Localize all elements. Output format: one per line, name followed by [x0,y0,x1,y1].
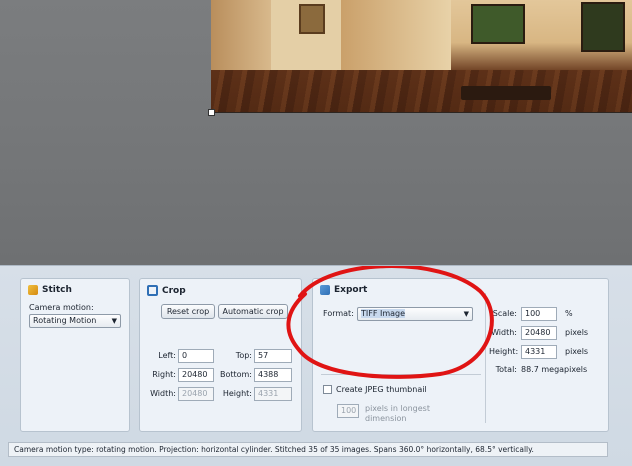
preview-painting-1 [299,4,325,34]
preview-painting-2 [471,4,525,44]
status-bar: Camera motion type: rotating motion. Pro… [8,442,608,457]
crop-handle[interactable] [208,109,215,116]
preview-floor [211,70,632,112]
preview-canvas[interactable] [0,0,632,265]
preview-bench [461,86,551,100]
preview-painting-3 [581,2,625,52]
control-panel: Stitch Camera motion: Rotating Motion ▼ … [0,265,632,466]
annotation-circle [286,266,494,379]
preview-wall-mid [341,0,451,70]
preview-wall-left [211,0,271,70]
panorama-preview-image[interactable] [211,0,632,113]
